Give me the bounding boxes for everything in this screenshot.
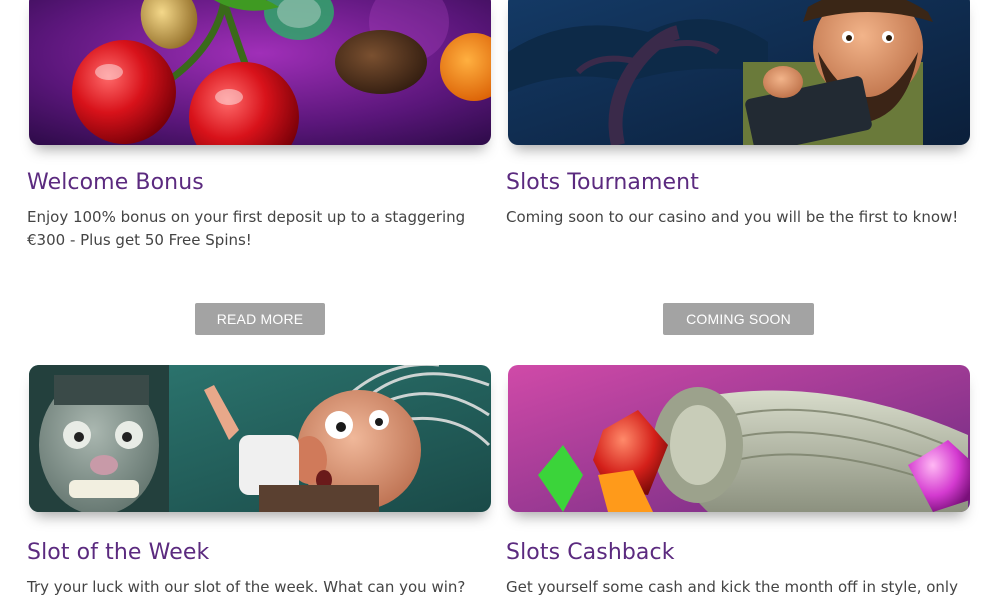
promo-description: Enjoy 100% bonus on your first deposit u… (27, 208, 466, 249)
promo-title: Slots Tournament (506, 170, 699, 195)
money-roll-gems-banner[interactable] (508, 365, 970, 512)
promo-card-slots-tournament: Slots Tournament Coming soon to our casi… (506, 0, 970, 335)
read-more-button[interactable]: READ MORE (195, 303, 325, 335)
promo-card-welcome-bonus: Welcome Bonus Enjoy 100% bonus on your f… (27, 0, 491, 335)
cherries-coins-banner[interactable] (29, 0, 491, 145)
banner-image (29, 0, 491, 145)
mad-scientist-banner[interactable] (29, 365, 491, 512)
banner-image (29, 365, 491, 512)
promo-description: Coming soon to our casino and you will b… (506, 208, 959, 226)
promo-title: Slots Cashback (506, 540, 675, 565)
banner-image (508, 365, 970, 512)
banner-image (508, 0, 970, 145)
promotions-grid: Welcome Bonus Enjoy 100% bonus on your f… (0, 0, 1000, 600)
promo-description: Get yourself some cash and kick the mont… (506, 578, 958, 596)
promo-card-slot-of-the-week: Slot of the Week Try your luck with our … (27, 365, 491, 599)
coming-soon-button[interactable]: COMING SOON (663, 303, 814, 335)
gonzo-banner[interactable] (508, 0, 970, 145)
promo-card-slots-cashback: Slots Cashback Get yourself some cash an… (506, 365, 970, 600)
promo-description: Try your luck with our slot of the week.… (27, 578, 466, 596)
promo-title: Welcome Bonus (27, 170, 204, 195)
promo-title: Slot of the Week (27, 540, 210, 565)
